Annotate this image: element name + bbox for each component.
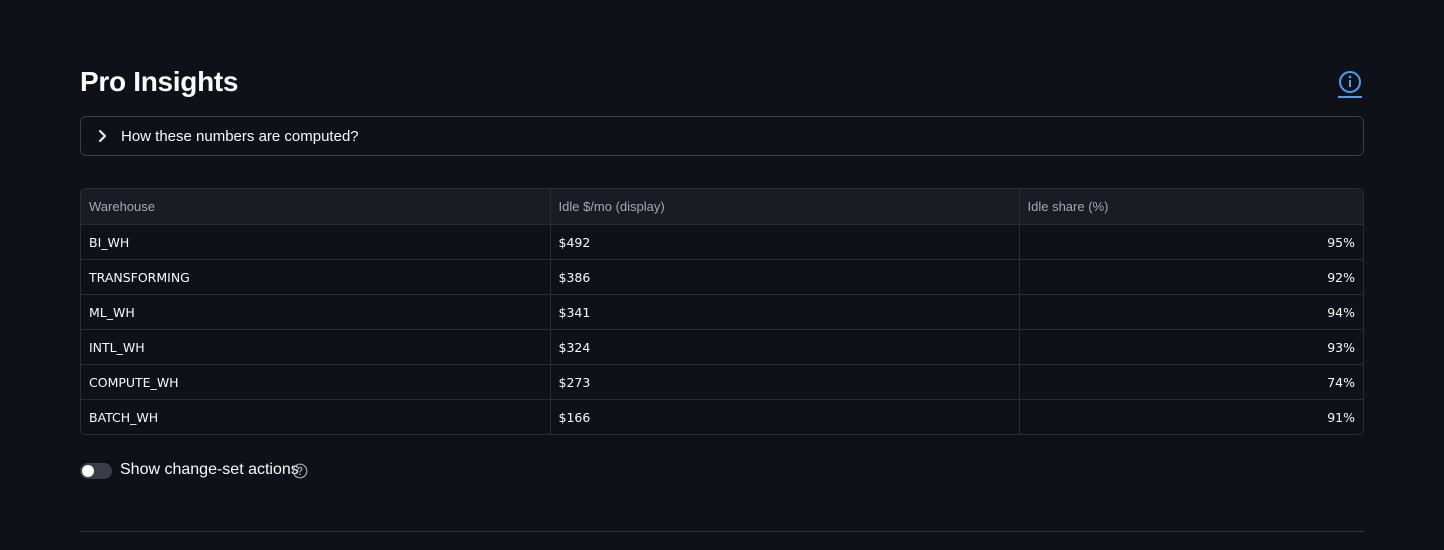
cell-idle-share[interactable]: 94% xyxy=(1019,294,1363,330)
cell-warehouse[interactable]: BATCH_WH xyxy=(81,399,551,434)
cell-idle-cost[interactable]: $324 xyxy=(550,329,1020,365)
toggle-knob xyxy=(82,465,94,477)
column-header-idle-share[interactable]: Idle share (%) xyxy=(1019,189,1363,225)
cell-idle-share[interactable]: 91% xyxy=(1019,400,1363,435)
cell-idle-cost[interactable]: $166 xyxy=(550,399,1020,434)
cell-warehouse[interactable]: ML_WH xyxy=(81,294,551,330)
column-header-warehouse[interactable]: Warehouse xyxy=(81,189,551,225)
cell-warehouse[interactable]: BI_WH xyxy=(81,224,551,260)
cell-warehouse[interactable]: INTL_WH xyxy=(81,329,551,365)
expander-label: How these numbers are computed? xyxy=(121,128,359,145)
computation-expander[interactable]: How these numbers are computed? xyxy=(80,116,1364,156)
cell-idle-share[interactable]: 93% xyxy=(1019,329,1363,365)
question-circle-icon[interactable] xyxy=(292,463,308,479)
change-set-toggle-row: Show change-set actions xyxy=(80,460,480,482)
cell-idle-share[interactable]: 95% xyxy=(1019,224,1363,260)
cell-warehouse[interactable]: TRANSFORMING xyxy=(81,259,551,295)
cell-idle-cost[interactable]: $341 xyxy=(550,294,1020,330)
page-title: Pro Insights xyxy=(80,66,239,97)
table-row: ML_WH $341 94% xyxy=(81,294,1363,330)
cell-idle-cost[interactable]: $273 xyxy=(550,364,1020,400)
idle-warehouse-table[interactable]: Warehouse Idle $/mo (display) Idle share… xyxy=(80,188,1364,435)
change-set-toggle[interactable] xyxy=(80,463,112,479)
page-header: Pro Insights xyxy=(80,60,1364,108)
cell-idle-cost[interactable]: $492 xyxy=(550,224,1020,260)
chevron-right-icon xyxy=(99,130,106,142)
toggle-label[interactable]: Show change-set actions xyxy=(120,461,299,479)
cell-idle-share[interactable]: 92% xyxy=(1019,259,1363,295)
info-icon[interactable] xyxy=(1338,70,1364,98)
table-row: INTL_WH $324 93% xyxy=(81,329,1363,365)
column-header-idle-cost[interactable]: Idle $/mo (display) xyxy=(550,189,1020,225)
table-row: BATCH_WH $166 91% xyxy=(81,399,1363,435)
table-row: COMPUTE_WH $273 74% xyxy=(81,364,1363,400)
table-row: BI_WH $492 95% xyxy=(81,224,1363,260)
table-row: TRANSFORMING $386 92% xyxy=(81,259,1363,295)
cell-warehouse[interactable]: COMPUTE_WH xyxy=(81,364,551,400)
table-header-row: Warehouse Idle $/mo (display) Idle share… xyxy=(81,189,1363,225)
section-divider xyxy=(80,531,1364,532)
cell-idle-share[interactable]: 74% xyxy=(1019,364,1363,400)
cell-idle-cost[interactable]: $386 xyxy=(550,259,1020,295)
